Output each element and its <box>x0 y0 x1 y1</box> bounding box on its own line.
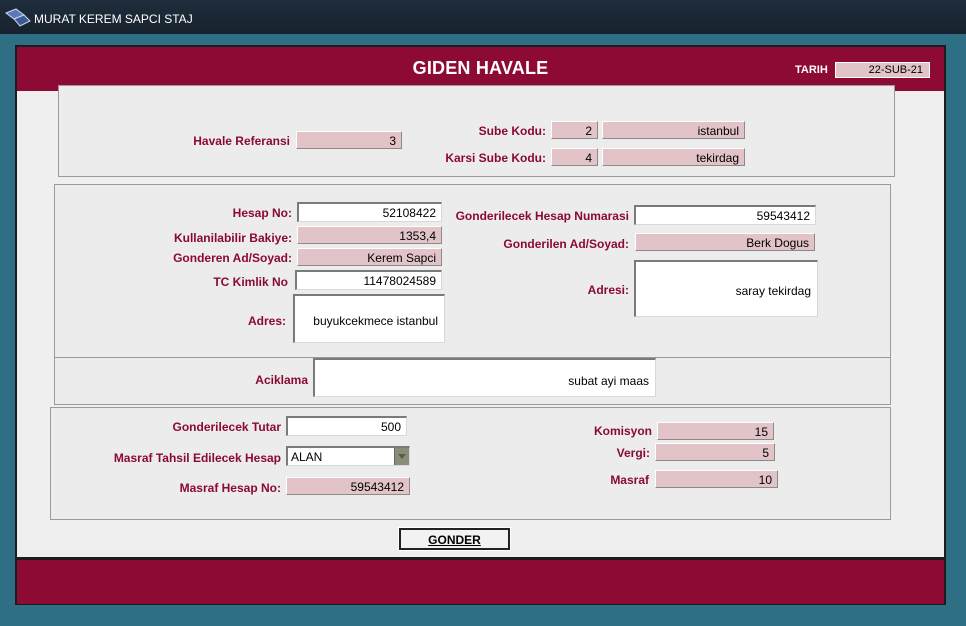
karsi-sube-kodu-label: Karsi Sube Kodu: <box>445 151 546 165</box>
alici-adresi-textarea[interactable]: saray tekirdag <box>634 260 818 317</box>
aciklama-textarea[interactable]: subat ayi maas <box>313 358 656 397</box>
adres-label: Adres: <box>247 314 286 328</box>
masraf-hesap-no-field: 59543412 <box>286 477 410 495</box>
karsi-sube-kodu-field: 4 <box>551 148 598 166</box>
vergi-label: Vergi: <box>616 446 650 460</box>
gonderilecek-hesap-label: Gonderilecek Hesap Numarasi <box>455 209 629 223</box>
chevron-down-icon[interactable] <box>394 448 409 465</box>
komisyon-label: Komisyon <box>593 424 652 438</box>
gonderilen-ad-soyad-field: Berk Dogus <box>635 233 815 251</box>
masraf-label: Masraf <box>610 473 649 487</box>
kullanilabilir-bakiye-label: Kullanilabilir Bakiye: <box>173 231 292 245</box>
karsi-sube-adi-field: tekirdag <box>602 148 745 166</box>
havale-referansi-label: Havale Referansi <box>193 134 290 148</box>
kullanilabilir-bakiye-field: 1353,4 <box>297 226 442 244</box>
date-field: 22-SUB-21 <box>835 62 930 78</box>
sube-kodu-label: Sube Kodu: <box>478 124 546 138</box>
gonderilecek-hesap-input[interactable]: 59543412 <box>634 205 816 225</box>
havale-referansi-field: 3 <box>296 131 402 149</box>
tc-kimlik-input[interactable]: 11478024589 <box>295 270 442 290</box>
sube-kodu-field: 2 <box>551 121 598 139</box>
window-titlebar: MURAT KEREM SAPCI STAJ <box>0 0 966 34</box>
gonderilen-ad-soyad-label: Gonderilen Ad/Soyad: <box>503 237 629 251</box>
adres-textarea[interactable]: buyukcekmece istanbul <box>293 294 445 343</box>
masraf-hesap-no-label: Masraf Hesap No: <box>179 481 281 495</box>
hesap-no-input[interactable]: 52108422 <box>297 202 442 222</box>
form-footer <box>17 560 944 604</box>
sube-adi-field: istanbul <box>602 121 745 139</box>
gonderilecek-tutar-label: Gonderilecek Tutar <box>172 420 281 434</box>
date-label: TARIH <box>795 64 828 76</box>
gonder-button[interactable]: GONDER <box>398 527 511 551</box>
tc-kimlik-label: TC Kimlik No <box>213 275 288 289</box>
komisyon-field: 15 <box>657 422 774 440</box>
vergi-field: 5 <box>655 443 775 461</box>
aciklama-label: Aciklama <box>255 373 308 387</box>
masraf-tahsil-hesap-selected: ALAN <box>291 450 323 464</box>
gonderen-ad-soyad-label: Gonderen Ad/Soyad: <box>173 251 292 265</box>
alici-adresi-label: Adresi: <box>587 283 629 297</box>
gonderilecek-tutar-input[interactable]: 500 <box>286 416 407 436</box>
gonderen-ad-soyad-field: Kerem Sapci <box>297 248 442 266</box>
window-title: MURAT KEREM SAPCI STAJ <box>34 12 193 26</box>
app-icon <box>4 8 31 27</box>
masraf-tahsil-hesap-select[interactable]: ALAN <box>286 446 410 466</box>
masraf-tahsil-hesap-label: Masraf Tahsil Edilecek Hesap <box>113 451 281 465</box>
hesap-no-label: Hesap No: <box>232 206 292 220</box>
masraf-field: 10 <box>655 470 778 488</box>
